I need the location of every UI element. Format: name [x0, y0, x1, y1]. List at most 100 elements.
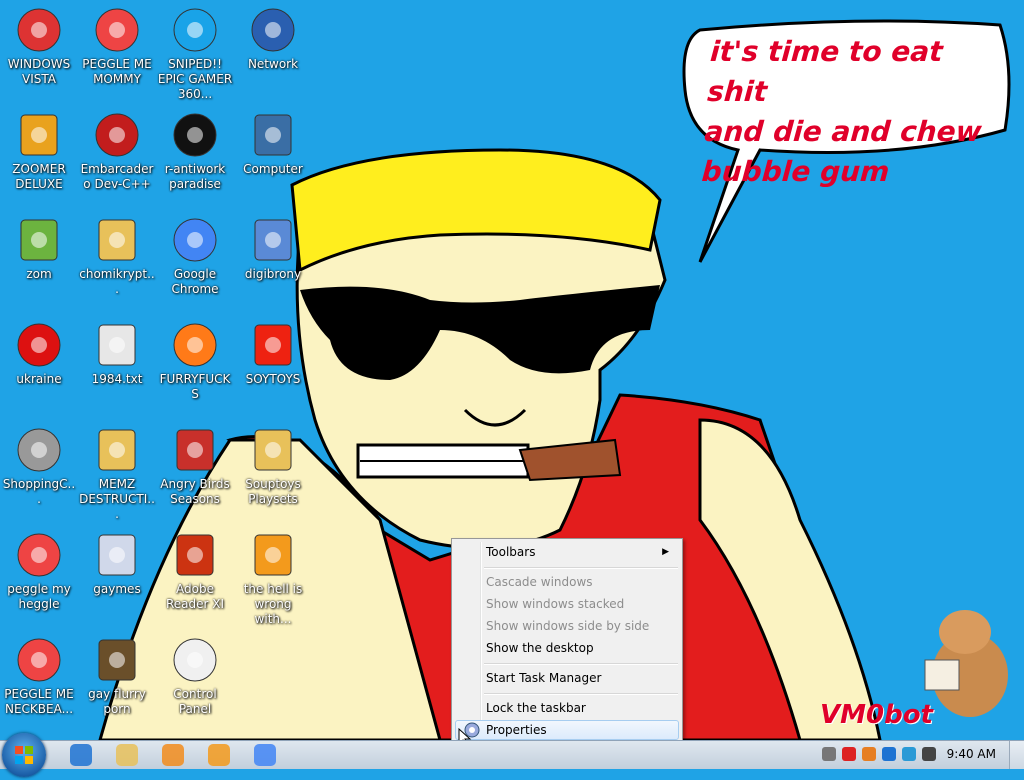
desktop-icon[interactable]: r-antiwork paradise [156, 105, 234, 192]
shortcut-app-icon [254, 429, 292, 471]
menu-separator [484, 567, 678, 569]
menu-item-show-desktop[interactable]: Show the desktop [455, 638, 679, 658]
menu-item-start-task-manager[interactable]: Start Task Manager [455, 668, 679, 688]
desktop-icon[interactable]: FURRYFUCKS [156, 315, 234, 402]
desktop-icon[interactable]: Embarcadero Dev-C++ [78, 105, 156, 192]
desktop-icon-label: ShoppingC... [2, 477, 76, 506]
desktop-icon-label: Control Panel [173, 687, 217, 716]
desktop-icon-label: 1984.txt [91, 372, 143, 386]
desktop-icon-label: PEGGLE ME MOMMY [82, 57, 152, 86]
desktop-icon[interactable]: Control Panel [156, 630, 234, 717]
desktop-icon-label: r-antiwork paradise [164, 162, 226, 191]
desktop-icon[interactable]: gay flurry porn [78, 630, 156, 717]
control-panel-icon [173, 638, 217, 682]
desktop-icon[interactable]: Computer [234, 105, 312, 177]
desktop-icon-label: Computer [243, 162, 303, 176]
desktop-icon[interactable]: Network [234, 0, 312, 72]
digi-icon [254, 219, 292, 261]
chrome-icon[interactable] [254, 744, 276, 766]
menu-item-properties[interactable]: Properties [455, 720, 679, 740]
desktop-icon[interactable]: MEMZ DESTRUCTI... [78, 420, 156, 522]
desktop-icon[interactable]: ukraine [0, 315, 78, 387]
app-tray-icon[interactable] [822, 747, 836, 761]
shield-icon[interactable] [882, 747, 896, 761]
volume-icon[interactable] [922, 747, 936, 761]
flash-icon [17, 428, 61, 472]
desktop-icon-label: Network [247, 57, 299, 71]
show-desktop-button[interactable] [1009, 741, 1024, 769]
desktop-icon[interactable]: peggle my heggle [0, 525, 78, 612]
peggle-icon [95, 8, 139, 52]
box-icon [98, 639, 136, 681]
desktop-icon[interactable]: digibrony [234, 210, 312, 282]
desktop-icon-label: FURRYFUCKS [159, 372, 231, 401]
firefox-icon [173, 323, 217, 367]
system-tray: 9:40 AM [814, 741, 1024, 769]
clock[interactable]: 9:40 AM [947, 747, 996, 761]
desktop-icon-label: Embarcadero Dev-C++ [80, 162, 154, 191]
desktop-icon[interactable]: SNIPED!! EPIC GAMER 360... [156, 0, 234, 102]
skype-icon [173, 8, 217, 52]
desktop-icon-label: ZOOMER DELUXE [12, 162, 66, 191]
menu-item-show-windows-stacked[interactable]: Show windows stacked [455, 594, 679, 614]
adobe-reader-icon [176, 534, 214, 576]
desktop-icon[interactable]: PEGGLE ME MOMMY [78, 0, 156, 87]
desktop-icon[interactable]: chomikrypt... [78, 210, 156, 297]
desktop-icon[interactable]: ShoppingC... [0, 420, 78, 507]
desktop-icon-label: gaymes [93, 582, 141, 596]
internet-explorer-icon[interactable] [70, 744, 92, 766]
watermark: VM0bot [820, 700, 933, 730]
desktop-icon[interactable]: Souptoys Playsets [234, 420, 312, 507]
desktop-icon[interactable]: Angry Birds Seasons [156, 420, 234, 507]
desktop-icon-label: zom [26, 267, 52, 281]
desktop-icon[interactable]: WINDOWS VISTA [0, 0, 78, 87]
peggle-icon [17, 533, 61, 577]
speech-bubble-text: it's time to eat shit and die and chew b… [700, 35, 983, 188]
plant-icon [20, 219, 58, 261]
text-file-icon [98, 324, 136, 366]
desktop-icon[interactable]: the hell is wrong with... [234, 525, 312, 627]
desktop-icon-label: Angry Birds Seasons [160, 477, 230, 506]
desktop-icon-label: gay flurry porn [88, 687, 146, 716]
menu-separator [484, 663, 678, 665]
menu-item-cascade-windows[interactable]: Cascade windows [455, 572, 679, 592]
desktop-icon-label: SOYTOYS [245, 372, 301, 386]
search-tray-icon[interactable] [862, 747, 876, 761]
desktop-icon[interactable]: Google Chrome [156, 210, 234, 297]
start-button[interactable] [2, 733, 46, 777]
taskbar-context-menu: Toolbars ▶ Cascade windows Show windows … [451, 538, 683, 745]
desktop-icon[interactable]: PEGGLE ME NECKBEA... [0, 630, 78, 717]
radiation-icon [17, 323, 61, 367]
hamster-image [924, 610, 1008, 717]
desktop-icon[interactable]: gaymes [78, 525, 156, 597]
computer-icon [254, 114, 292, 156]
desktop-icon-label: digibrony [244, 267, 302, 281]
desktop-icon[interactable]: zom [0, 210, 78, 282]
desktop-icon[interactable]: Adobe Reader XI [156, 525, 234, 612]
desktop-icon[interactable]: SOYTOYS [234, 315, 312, 387]
uc-browser-icon[interactable] [208, 744, 230, 766]
soytoys-icon [254, 324, 292, 366]
desktop-icon[interactable]: 1984.txt [78, 315, 156, 387]
menu-separator [484, 693, 678, 695]
desktop-icon-label: MEMZ DESTRUCTI... [79, 477, 155, 521]
explorer-folder-icon[interactable] [116, 744, 138, 766]
monitor-icon[interactable] [902, 747, 916, 761]
uc-browser-icon [254, 534, 292, 576]
gas-grill-icon [17, 8, 61, 52]
desktop-icon-label: SNIPED!! EPIC GAMER 360... [157, 57, 233, 101]
shortcut-app-icon [98, 219, 136, 261]
taskbar[interactable]: 9:40 AM [0, 733, 1024, 777]
desktop-icon[interactable]: ZOOMER DELUXE [0, 105, 78, 192]
vivaldi-icon[interactable] [842, 747, 856, 761]
media-player-icon[interactable] [162, 744, 184, 766]
network-icon [251, 8, 295, 52]
windows-logo-icon [15, 746, 33, 764]
desktop-icon-label: PEGGLE ME NECKBEA... [4, 687, 74, 716]
menu-item-show-windows-side-by-side[interactable]: Show windows side by side [455, 616, 679, 636]
devcpp-icon [95, 113, 139, 157]
menu-item-lock-taskbar[interactable]: Lock the taskbar [455, 698, 679, 718]
desktop-icons: WINDOWS VISTA PEGGLE ME MOMMY SNIPED!! EPI… [0, 0, 320, 740]
submenu-arrow-icon: ▶ [662, 547, 669, 557]
menu-item-toolbars[interactable]: Toolbars ▶ [455, 542, 679, 562]
